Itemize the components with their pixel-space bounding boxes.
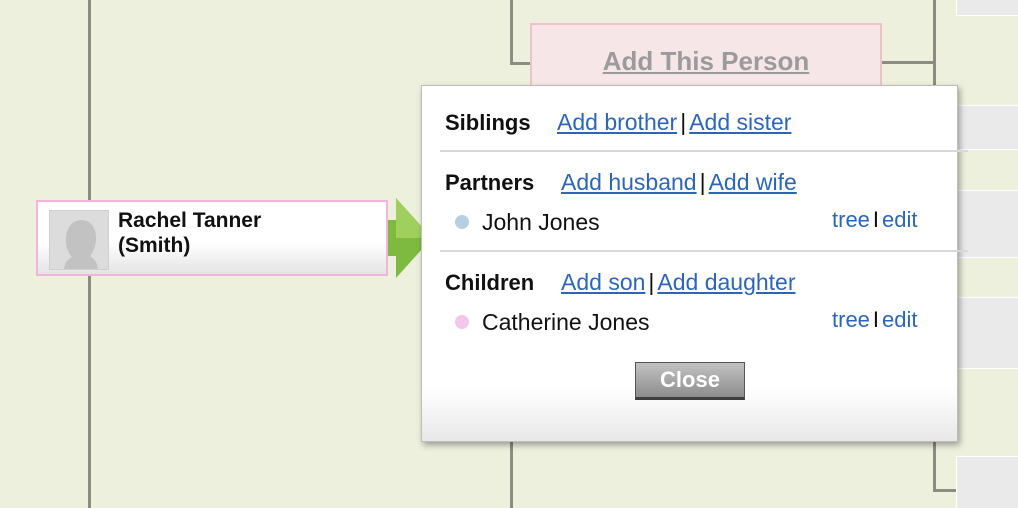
tree-card-partial[interactable] [956,105,1018,150]
tree-card-partial[interactable] [956,0,1018,16]
tree-card-partial[interactable] [956,297,1018,369]
male-dot-icon [455,215,469,229]
person-name-line: Rachel Tanner [118,209,262,232]
partners-links: Add husband | Add wife [561,169,797,196]
link-separator: | [680,109,687,135]
add-sister-link[interactable]: Add sister [689,109,791,135]
add-son-link[interactable]: Add son [561,269,645,295]
child-item-links: tree Iedit [832,307,918,333]
siblings-links: Add brother | Add sister [557,109,791,136]
section-divider [440,150,968,152]
add-wife-link[interactable]: Add wife [709,169,797,195]
female-dot-icon [455,315,469,329]
avatar [49,210,109,270]
add-brother-link[interactable]: Add brother [557,109,677,135]
close-button[interactable]: Close [635,362,745,400]
child-tree-link[interactable]: tree [832,307,870,332]
partner-tree-link[interactable]: tree [832,207,870,232]
tree-connector-line [933,0,936,88]
child-name: Catherine Jones [482,309,650,335]
partner-item: John Jones [455,209,600,236]
tree-card-partial[interactable] [956,456,1018,508]
child-item: Catherine Jones [455,309,650,336]
add-daughter-link[interactable]: Add daughter [657,269,795,295]
tree-connector-line [880,61,936,64]
tree-connector-line [933,440,936,492]
siblings-title: Siblings [445,110,531,135]
tree-connector-line [510,440,513,508]
children-links: Add son | Add daughter [561,269,796,296]
partner-edit-link[interactable]: edit [882,207,917,232]
child-edit-link[interactable]: edit [882,307,917,332]
tree-connector-line [510,62,532,65]
partners-title: Partners [445,170,535,195]
silhouette-icon [64,220,98,269]
person-card[interactable]: Rachel Tanner (Smith) [36,200,388,276]
add-this-person-link[interactable]: Add This Person [603,46,810,77]
children-title: Children [445,270,535,295]
partner-item-links: tree Iedit [832,207,918,233]
tree-card-partial[interactable] [956,190,1018,258]
person-maiden-name: (Smith) [118,234,191,257]
add-husband-link[interactable]: Add husband [561,169,697,195]
partner-name: John Jones [482,209,600,235]
link-separator: I [872,207,880,232]
tree-connector-line [510,0,513,64]
relatives-popup: Siblings Add brother | Add sister Partners… [421,85,968,442]
link-separator: | [699,169,706,195]
link-separator: | [648,269,655,295]
tree-connector-line [933,489,957,492]
section-divider [440,250,968,252]
link-separator: I [872,307,880,332]
family-tree-canvas: Add This Person Rachel Tanner (Smith) Si… [0,0,1018,508]
person-name: Rachel Tanner (Smith) [118,208,261,258]
